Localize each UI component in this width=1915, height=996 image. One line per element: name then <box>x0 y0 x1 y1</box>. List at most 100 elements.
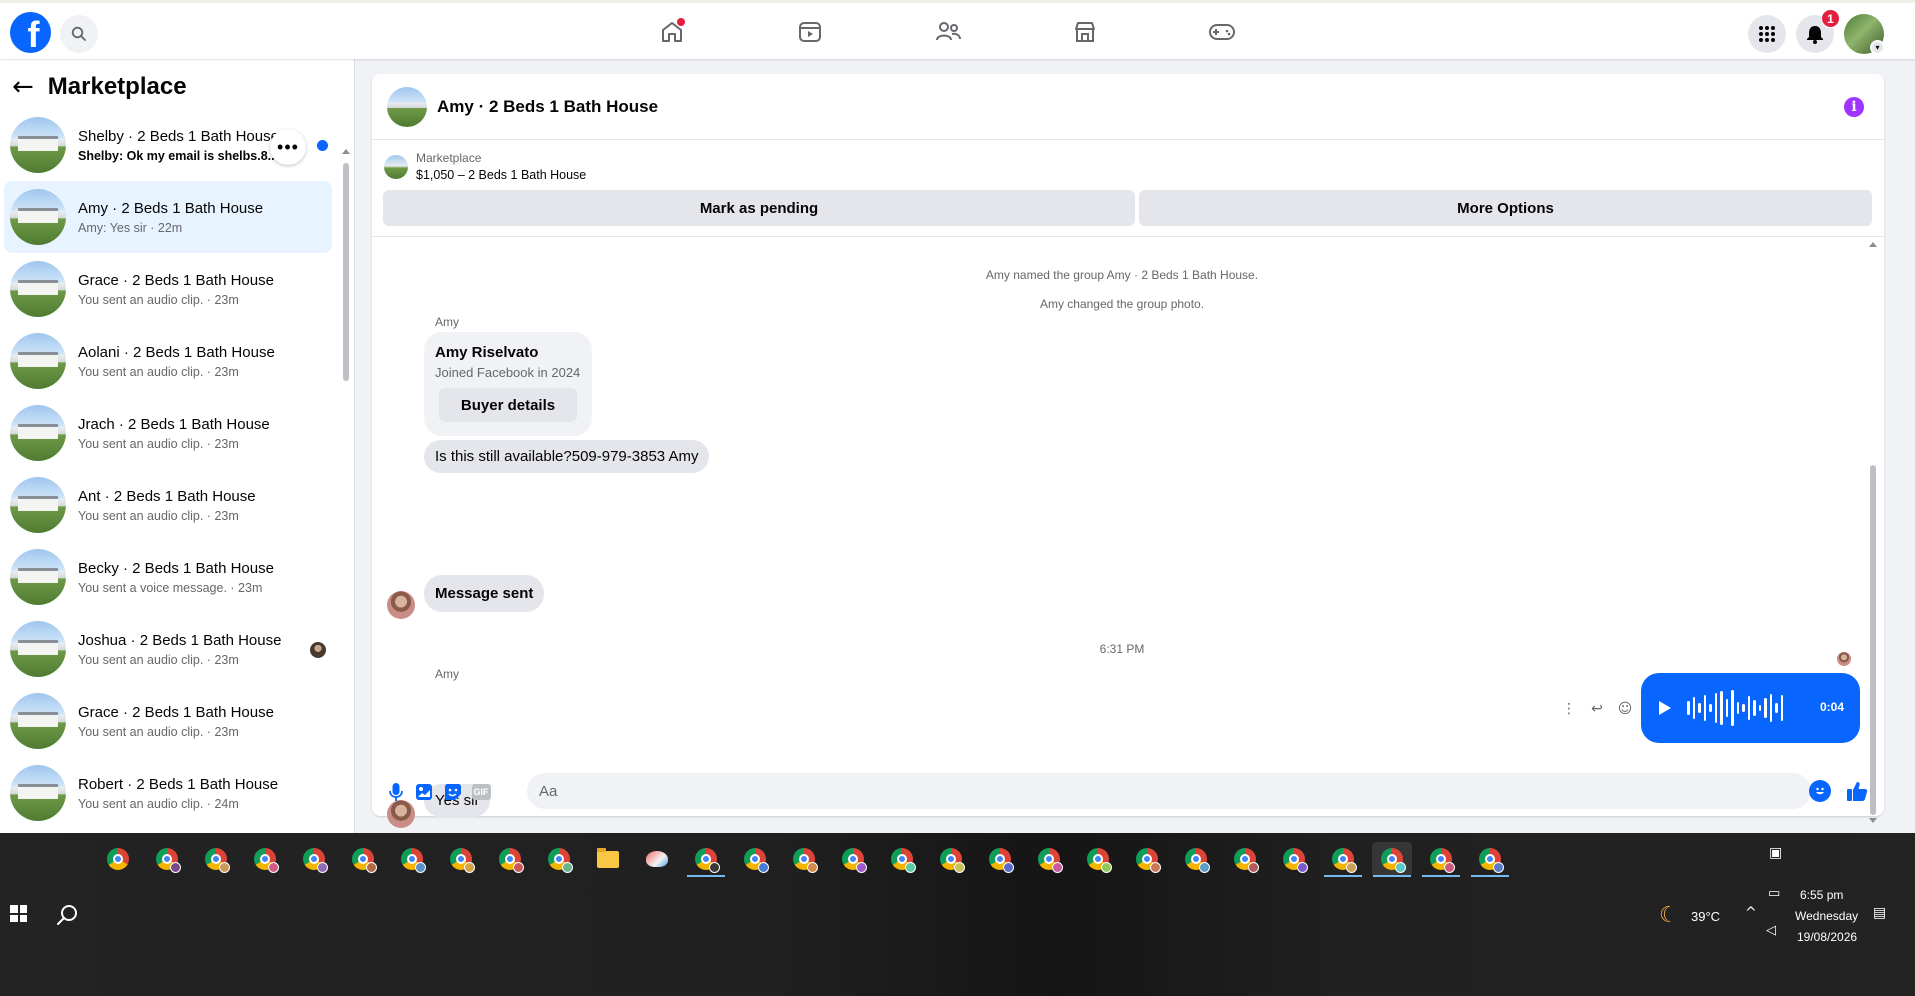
sidebar-scrollbar[interactable] <box>342 111 350 876</box>
conversation-preview: You sent an audio clip. · 23m <box>78 508 239 523</box>
buyer-joined-date: Joined Facebook in 2024 <box>435 365 581 380</box>
chrome-taskbar-button[interactable] <box>1323 842 1363 877</box>
audio-message[interactable]: 0:04 <box>1641 673 1860 743</box>
scroll-up-arrow-icon[interactable] <box>342 149 350 154</box>
play-icon[interactable] <box>1659 701 1671 715</box>
snipping-tool-taskbar-button[interactable] <box>637 842 677 876</box>
gaming-nav-button[interactable] <box>1204 17 1240 47</box>
chevron-down-icon[interactable]: ▾ <box>1870 40 1885 55</box>
microphone-button[interactable] <box>385 781 407 803</box>
search-button[interactable] <box>60 15 98 53</box>
chrome-taskbar-button[interactable] <box>294 842 334 876</box>
message-input[interactable] <box>527 773 1811 809</box>
chrome-taskbar-button[interactable] <box>784 842 824 876</box>
emoji-icon <box>1816 787 1824 795</box>
clock-time[interactable]: 6:55 pm <box>1800 888 1843 902</box>
chrome-taskbar-button[interactable] <box>539 842 579 876</box>
back-arrow-icon[interactable]: ← <box>12 74 34 100</box>
home-nav-button[interactable] <box>654 17 690 47</box>
chrome-taskbar-button[interactable] <box>1029 842 1069 876</box>
message-bubble[interactable]: Message sent <box>424 575 545 612</box>
chrome-taskbar-button[interactable] <box>1421 842 1461 877</box>
network-icon[interactable]: ▭ <box>1768 886 1780 901</box>
file-explorer-taskbar-button[interactable] <box>588 842 628 876</box>
chrome-taskbar-button[interactable] <box>245 842 285 876</box>
conversation-item[interactable]: Ant · 2 Beds 1 Bath House You sent an au… <box>4 469 332 541</box>
conversation-item[interactable]: Robert · 2 Beds 1 Bath House You sent an… <box>4 757 332 829</box>
chat-title[interactable]: Amy · 2 Beds 1 Bath House <box>437 97 658 117</box>
friends-nav-button[interactable] <box>930 17 966 47</box>
scrollbar-thumb[interactable] <box>343 163 349 381</box>
chrome-taskbar-button[interactable] <box>1127 842 1167 876</box>
chrome-taskbar-button[interactable] <box>1372 842 1412 877</box>
chrome-taskbar-button[interactable] <box>686 842 726 877</box>
clock-day[interactable]: Wednesday <box>1795 909 1858 923</box>
conversation-title: Jrach · 2 Beds 1 Bath House <box>78 415 270 433</box>
marketplace-nav-button[interactable] <box>1067 17 1103 47</box>
chrome-taskbar-button[interactable] <box>490 842 530 876</box>
notifications-button[interactable]: 1 <box>1796 9 1840 53</box>
buyer-details-button[interactable]: Buyer details <box>439 388 577 422</box>
chrome-taskbar-button[interactable] <box>1470 842 1510 877</box>
more-options-icon[interactable]: ••• <box>270 129 306 165</box>
like-button[interactable] <box>1845 779 1869 803</box>
chevron-up-icon[interactable]: ^ <box>1745 905 1757 921</box>
conversation-item[interactable]: Joshua · 2 Beds 1 Bath House You sent an… <box>4 613 332 685</box>
chrome-taskbar-button[interactable] <box>1274 842 1314 876</box>
speaker-icon[interactable]: ◁ <box>1766 923 1776 938</box>
conversation-title: Aolani · 2 Beds 1 Bath House <box>78 343 275 361</box>
photo-button[interactable] <box>413 781 435 803</box>
message-bubble[interactable]: Is this still available?509-979-3853 Amy <box>424 440 710 473</box>
windows-start-icon[interactable] <box>10 905 27 922</box>
conversation-item[interactable]: Aolani · 2 Beds 1 Bath House You sent an… <box>4 325 332 397</box>
more-vertical-icon[interactable]: ⋮ <box>1560 700 1578 718</box>
chat-scrollbar[interactable] <box>1868 242 1878 823</box>
task-view-icon[interactable]: ▣ <box>1769 845 1782 861</box>
conversation-item[interactable]: Grace · 2 Beds 1 Bath House You sent an … <box>4 253 332 325</box>
conversation-item[interactable]: Jrach · 2 Beds 1 Bath House You sent an … <box>4 397 332 469</box>
chrome-taskbar-button[interactable] <box>196 842 236 876</box>
chrome-taskbar-button[interactable] <box>1225 842 1265 876</box>
mark-pending-button[interactable]: Mark as pending <box>383 190 1135 226</box>
conversation-item[interactable]: Grace · 2 Beds 1 Bath House You sent an … <box>4 685 332 757</box>
taskbar-search-icon[interactable] <box>56 903 80 927</box>
chrome-taskbar-button[interactable] <box>882 842 922 876</box>
chrome-taskbar-button[interactable] <box>98 842 138 876</box>
video-nav-button[interactable] <box>792 17 828 47</box>
chat-avatar[interactable] <box>387 86 427 127</box>
chrome-taskbar-button[interactable] <box>147 842 187 876</box>
emoji-button[interactable] <box>1809 780 1831 802</box>
sticker-button[interactable] <box>442 781 464 803</box>
facebook-logo-icon[interactable]: f <box>10 12 51 53</box>
conversation-item[interactable]: Amy · 2 Beds 1 Bath House Amy: Yes sir ·… <box>4 181 332 253</box>
gif-button[interactable]: GIF <box>470 781 492 803</box>
chrome-taskbar-button[interactable] <box>833 842 873 876</box>
more-options-button[interactable]: More Options <box>1139 190 1872 226</box>
listing-summary[interactable]: Marketplace $1,050 – 2 Beds 1 Bath House <box>384 151 586 182</box>
chrome-taskbar-button[interactable] <box>980 842 1020 876</box>
sender-avatar[interactable] <box>387 591 415 619</box>
reply-icon[interactable]: ↩ <box>1588 700 1606 718</box>
react-emoji-icon[interactable]: ☺ <box>1616 700 1634 718</box>
scroll-down-arrow-icon[interactable] <box>1869 818 1877 823</box>
conversation-preview: You sent an audio clip. · 23m <box>78 292 239 307</box>
chrome-icon <box>401 848 426 873</box>
scrollbar-thumb[interactable] <box>1870 465 1876 815</box>
chrome-taskbar-button[interactable] <box>441 842 481 876</box>
notification-center-icon[interactable]: ▤ <box>1873 905 1886 921</box>
moon-weather-icon[interactable]: ☾ <box>1659 903 1679 928</box>
weather-temperature[interactable]: 39°C <box>1691 909 1720 924</box>
sidebar-header: ← Marketplace <box>12 73 187 101</box>
info-icon[interactable]: i <box>1844 97 1864 117</box>
menu-button[interactable] <box>1748 15 1786 53</box>
chrome-taskbar-button[interactable] <box>1176 842 1216 876</box>
chrome-taskbar-button[interactable] <box>392 842 432 876</box>
chrome-taskbar-button[interactable] <box>735 842 775 876</box>
clock-date[interactable]: 19/08/2026 <box>1797 930 1857 944</box>
scroll-up-arrow-icon[interactable] <box>1869 242 1877 247</box>
conversation-item[interactable]: Shelby · 2 Beds 1 Bath House Shelby: Ok … <box>4 109 332 181</box>
chrome-taskbar-button[interactable] <box>1078 842 1118 876</box>
chrome-taskbar-button[interactable] <box>343 842 383 876</box>
conversation-item[interactable]: Becky · 2 Beds 1 Bath House You sent a v… <box>4 541 332 613</box>
chrome-taskbar-button[interactable] <box>931 842 971 876</box>
